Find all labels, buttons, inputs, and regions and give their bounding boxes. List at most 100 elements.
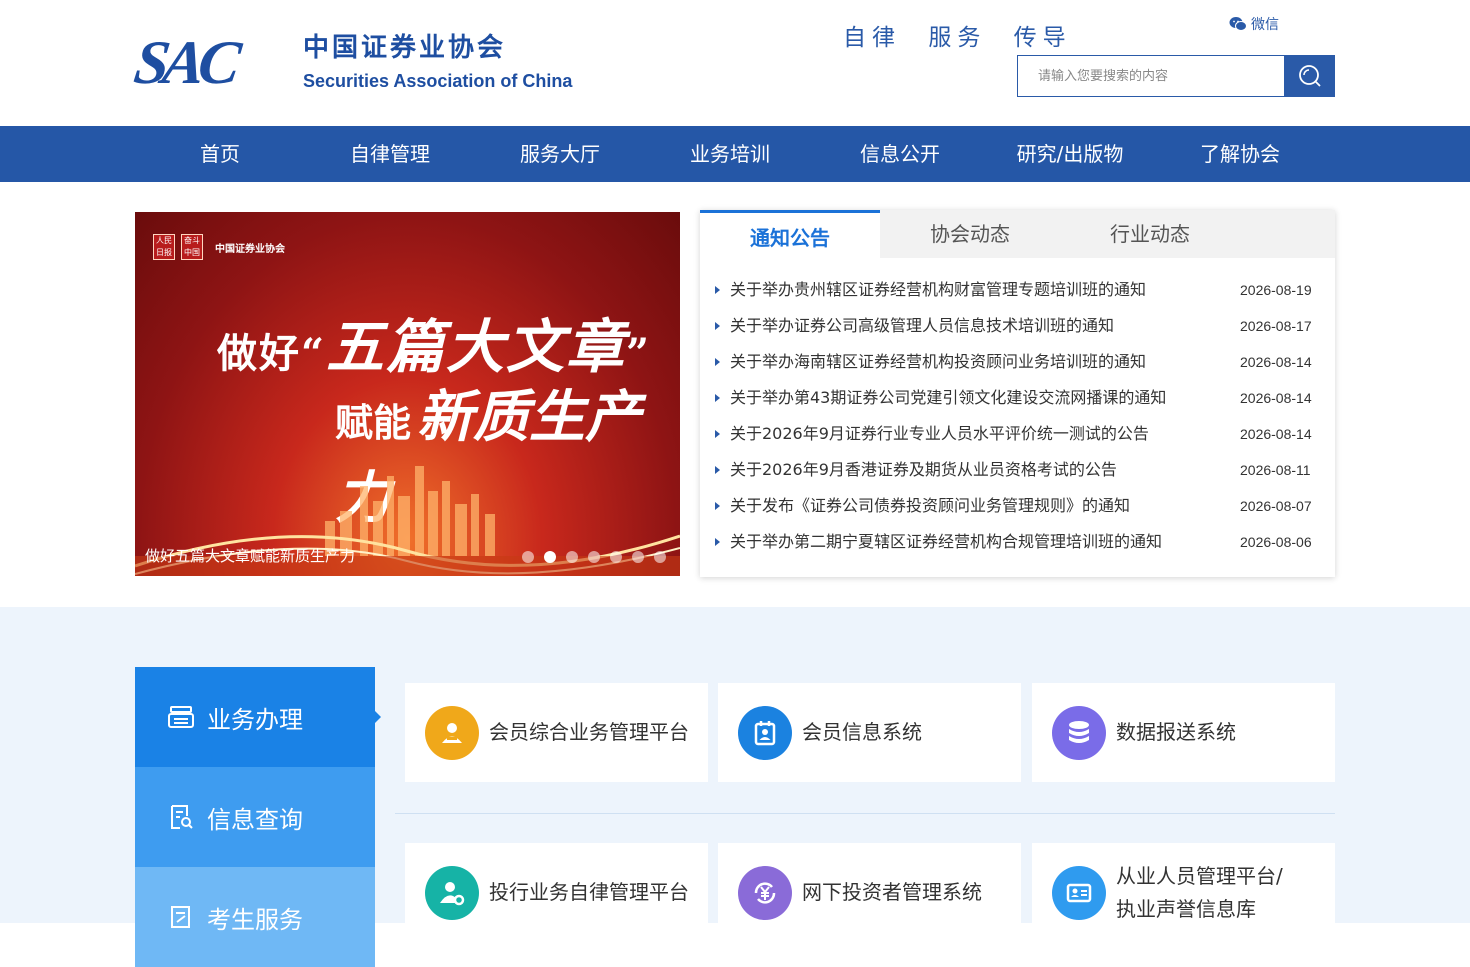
service-card-label: 投行业务自律管理平台 bbox=[489, 880, 689, 904]
carousel-dot[interactable] bbox=[632, 551, 644, 563]
news-date: 2026-08-06 bbox=[1240, 534, 1312, 550]
news-item[interactable]: 关于发布《证券公司债券投资顾问业务管理规则》的通知 2026-08-07 bbox=[700, 488, 1335, 524]
tab-industry-news[interactable]: 行业动态 bbox=[1060, 210, 1240, 258]
nav-item-service-hall[interactable]: 服务大厅 bbox=[475, 126, 645, 182]
banner-carousel[interactable]: 人民日报 奋斗中国 中国证券业协会 做好“五篇大文章” 赋能新质生产力 做好五篇… bbox=[135, 212, 680, 576]
carousel-dot-active[interactable] bbox=[544, 551, 556, 563]
arrow-icon bbox=[715, 538, 720, 546]
news-item[interactable]: 关于举办第二期宁夏辖区证券经营机构合规管理培训班的通知 2026-08-06 bbox=[700, 524, 1335, 560]
user-gear-icon bbox=[425, 865, 479, 920]
service-card-label: 网下投资者管理系统 bbox=[802, 880, 982, 904]
nav-item-training[interactable]: 业务培训 bbox=[645, 126, 815, 182]
service-card-label-line: 从业人员管理平台/ bbox=[1116, 863, 1283, 888]
news-item[interactable]: 关于举办证券公司高级管理人员信息技术培训班的通知 2026-08-17 bbox=[700, 308, 1335, 344]
slogan-word: 服务 bbox=[928, 25, 987, 51]
side-tab-label: 信息查询 bbox=[207, 805, 303, 834]
service-card-member-info[interactable]: 会员信息系统 bbox=[718, 683, 1021, 782]
news-title[interactable]: 关于举办第二期宁夏辖区证券经营机构合规管理培训班的通知 bbox=[730, 524, 1162, 560]
side-tab-candidates[interactable]: 考生服务 bbox=[135, 867, 375, 967]
carousel-dot[interactable] bbox=[566, 551, 578, 563]
id-badge-icon bbox=[738, 705, 792, 760]
nav-item-self-regulation[interactable]: 自律管理 bbox=[305, 126, 475, 182]
wechat-icon bbox=[1229, 17, 1247, 31]
news-item[interactable]: 关于2026年9月香港证券及期货从业员资格考试的公告 2026-08-11 bbox=[700, 452, 1335, 488]
service-card-label-line: 执业声誉信息库 bbox=[1116, 896, 1256, 921]
search-icon bbox=[1298, 65, 1321, 87]
news-item[interactable]: 关于举办贵州辖区证券经营机构财富管理专题培训班的通知 2026-08-19 bbox=[700, 272, 1335, 308]
search-button[interactable] bbox=[1284, 55, 1335, 97]
news-date: 2026-08-14 bbox=[1240, 354, 1312, 370]
banner-org-name: 中国证券业协会 bbox=[215, 243, 285, 255]
news-title[interactable]: 关于2026年9月证券行业专业人员水平评价统一测试的公告 bbox=[730, 416, 1149, 452]
news-date: 2026-08-11 bbox=[1240, 462, 1311, 478]
banner-caption: 做好五篇大文章赋能新质生产力 bbox=[145, 547, 356, 565]
slogan-word: 传导 bbox=[1013, 25, 1072, 51]
news-date: 2026-08-19 bbox=[1240, 282, 1312, 298]
logo-abbr: SAC bbox=[130, 29, 239, 97]
side-tab-label: 考生服务 bbox=[207, 905, 303, 934]
edit-document-icon bbox=[171, 906, 190, 928]
carousel-dot[interactable] bbox=[522, 551, 534, 563]
user-card-icon bbox=[425, 705, 479, 760]
main-nav: 首页 自律管理 服务大厅 业务培训 信息公开 研究/出版物 了解协会 bbox=[0, 126, 1470, 182]
logo-english-name: Securities Association of China bbox=[303, 71, 573, 91]
document-search-icon bbox=[171, 805, 193, 829]
service-card-label: 会员信息系统 bbox=[802, 720, 922, 744]
news-item[interactable]: 关于2026年9月证券行业专业人员水平评价统一测试的公告 2026-08-14 bbox=[700, 416, 1335, 452]
wechat-label: 微信 bbox=[1251, 17, 1279, 33]
side-tab-business[interactable]: 业务办理 bbox=[135, 667, 381, 767]
slogan-word: 自律 bbox=[843, 25, 901, 51]
banner-logos: 人民日报 奋斗中国 中国证券业协会 bbox=[153, 234, 285, 260]
news-tabs: 通知公告 协会动态 行业动态 bbox=[700, 210, 1335, 258]
news-title[interactable]: 关于举办证券公司高级管理人员信息技术培训班的通知 bbox=[730, 308, 1114, 344]
wechat-link[interactable]: 微信 bbox=[1229, 14, 1279, 34]
news-title[interactable]: 关于举办海南辖区证券经营机构投资顾问业务培训班的通知 bbox=[730, 344, 1146, 380]
news-title[interactable]: 关于举办第43期证券公司党建引领文化建设交流网播课的通知 bbox=[730, 380, 1166, 416]
news-panel: 通知公告 协会动态 行业动态 关于举办贵州辖区证券经营机构财富管理专题培训班的通… bbox=[700, 210, 1335, 577]
arrow-icon bbox=[715, 322, 720, 330]
nav-item-home[interactable]: 首页 bbox=[135, 126, 305, 182]
carousel-dots bbox=[522, 551, 666, 563]
news-title[interactable]: 关于2026年9月香港证券及期货从业员资格考试的公告 bbox=[730, 452, 1117, 488]
tray-icon bbox=[168, 706, 194, 728]
section-divider bbox=[395, 813, 1335, 814]
slogan: 自律 服务 传导 bbox=[843, 18, 1086, 52]
carousel-dot[interactable] bbox=[610, 551, 622, 563]
news-title[interactable]: 关于发布《证券公司债券投资顾问业务管理规则》的通知 bbox=[730, 488, 1130, 524]
news-date: 2026-08-17 bbox=[1240, 318, 1312, 334]
carousel-dot[interactable] bbox=[654, 551, 666, 563]
search-box bbox=[1017, 55, 1335, 97]
nav-item-research[interactable]: 研究/出版物 bbox=[985, 126, 1155, 182]
service-card-label: 会员综合业务管理平台 bbox=[489, 720, 689, 744]
arrow-icon bbox=[715, 502, 720, 510]
service-card-label: 从业人员管理平台/ 执业声誉信息库 bbox=[1116, 860, 1283, 926]
banner-seal: 奋斗中国 bbox=[181, 234, 203, 260]
database-icon bbox=[1052, 705, 1106, 760]
id-card-icon bbox=[1052, 865, 1106, 920]
news-item[interactable]: 关于举办第43期证券公司党建引领文化建设交流网播课的通知 2026-08-14 bbox=[700, 380, 1335, 416]
service-card-practitioner-platform[interactable]: 从业人员管理平台/ 执业声誉信息库 bbox=[1032, 843, 1335, 942]
news-title[interactable]: 关于举办贵州辖区证券经营机构财富管理专题培训班的通知 bbox=[730, 272, 1146, 308]
yuan-cycle-icon bbox=[738, 865, 792, 920]
site-header: SAC 中国证券业协会 Securities Association of Ch… bbox=[0, 0, 1470, 126]
service-card-investor-system[interactable]: 网下投资者管理系统 bbox=[718, 843, 1021, 942]
tab-notices[interactable]: 通知公告 bbox=[700, 210, 880, 258]
service-card-member-platform[interactable]: 会员综合业务管理平台 bbox=[405, 683, 708, 782]
news-item[interactable]: 关于举办海南辖区证券经营机构投资顾问业务培训班的通知 2026-08-14 bbox=[700, 344, 1335, 380]
news-list: 关于举办贵州辖区证券经营机构财富管理专题培训班的通知 2026-08-19 关于举… bbox=[700, 272, 1335, 560]
service-card-data-report[interactable]: 数据报送系统 bbox=[1032, 683, 1335, 782]
side-tab-label: 业务办理 bbox=[207, 705, 303, 734]
news-date: 2026-08-14 bbox=[1240, 390, 1312, 406]
logo-chinese-name: 中国证券业协会 bbox=[303, 33, 507, 63]
tab-association-news[interactable]: 协会动态 bbox=[880, 210, 1060, 258]
search-input[interactable] bbox=[1017, 55, 1284, 97]
nav-item-about[interactable]: 了解协会 bbox=[1155, 126, 1325, 182]
side-tab-query[interactable]: 信息查询 bbox=[135, 767, 375, 867]
arrow-icon bbox=[715, 466, 720, 474]
service-card-ib-platform[interactable]: 投行业务自律管理平台 bbox=[405, 843, 708, 942]
arrow-icon bbox=[715, 358, 720, 366]
site-logo[interactable]: SAC 中国证券业协会 Securities Association of Ch… bbox=[130, 29, 595, 97]
banner-seal: 人民日报 bbox=[153, 234, 175, 260]
nav-item-disclosure[interactable]: 信息公开 bbox=[815, 126, 985, 182]
carousel-dot[interactable] bbox=[588, 551, 600, 563]
